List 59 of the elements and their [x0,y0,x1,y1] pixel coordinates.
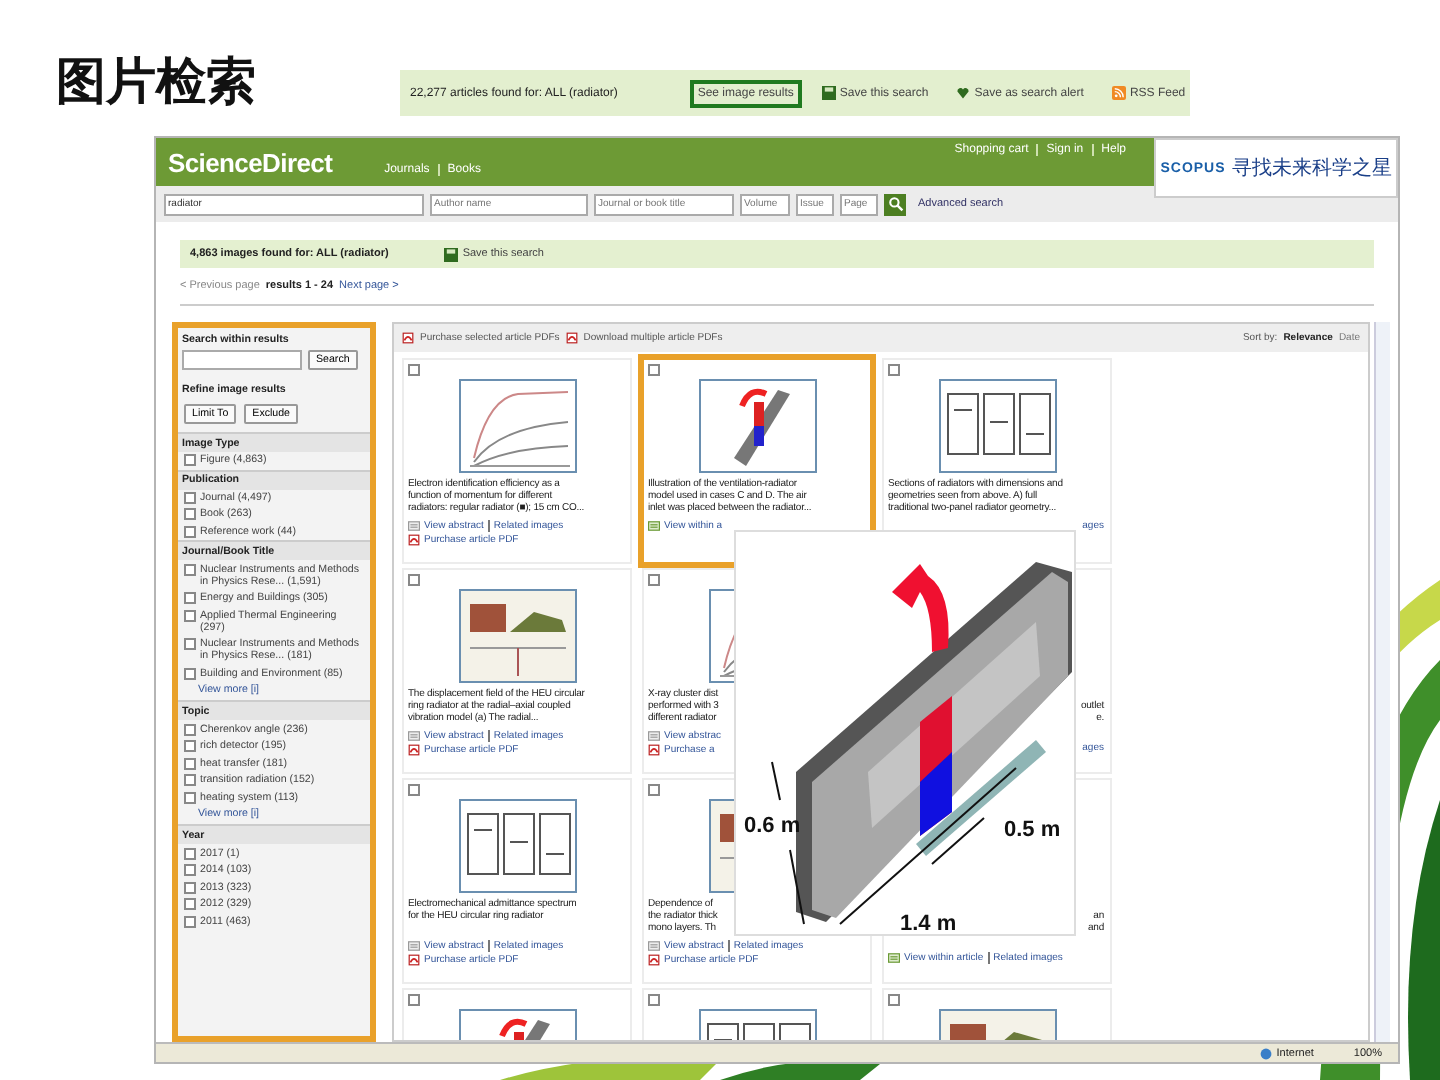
checkbox[interactable] [408,574,420,586]
document-icon [408,520,420,532]
checkbox[interactable] [184,563,196,576]
scrollbar[interactable] [1374,322,1390,1042]
checkbox[interactable] [184,740,196,753]
checkbox[interactable] [184,723,196,736]
pdf-icon [408,744,420,756]
search-button[interactable] [884,193,906,215]
checkbox[interactable] [184,668,196,681]
pdf-icon [648,744,660,756]
checkbox[interactable] [888,364,900,376]
document-icon [408,730,420,742]
figure-thumbnail[interactable] [937,378,1057,474]
checkbox[interactable] [184,508,196,521]
checkbox[interactable] [184,491,196,504]
checkbox[interactable] [184,454,196,467]
checkbox[interactable] [184,638,196,651]
checkbox[interactable] [184,847,196,860]
checkbox[interactable] [648,574,660,586]
checkbox[interactable] [408,364,420,376]
checkbox[interactable] [184,757,196,770]
checkbox[interactable] [648,994,660,1006]
pdf-icon [408,534,420,546]
search-icon [887,196,903,212]
figure-thumbnail[interactable] [457,378,577,474]
document-icon [408,940,420,952]
document-icon [648,520,660,532]
checkbox[interactable] [184,609,196,622]
checkbox[interactable] [184,774,196,787]
pdf-icon [648,954,660,966]
dimension-label: 1.4 m [900,912,957,934]
globe-icon [1260,1047,1273,1059]
figure-thumbnail[interactable] [457,798,577,894]
figure-thumbnail[interactable] [697,378,817,474]
checkbox[interactable] [184,792,196,805]
rss-icon [1111,86,1126,100]
checkbox[interactable] [184,915,196,928]
figure-thumbnail[interactable] [457,588,577,684]
checkbox[interactable] [184,881,196,894]
checkbox[interactable] [184,864,196,877]
pdf-icon [565,332,578,344]
dimension-label: 0.5 m [1004,818,1061,842]
checkbox[interactable] [184,526,196,539]
checkbox[interactable] [184,592,196,605]
pdf-icon [408,954,420,966]
search-field[interactable] [182,350,302,370]
banner-tagline: 寻找未来科学之星 [1231,155,1392,182]
document-icon [888,952,900,964]
checkbox[interactable] [648,784,660,796]
checkbox[interactable] [408,784,420,796]
pdf-icon [402,332,414,344]
heart-icon [956,86,971,100]
checkbox[interactable] [888,994,900,1006]
document-icon [648,940,660,952]
checkbox[interactable] [408,994,420,1006]
document-icon [648,730,660,742]
slide-title: 图片检索 [56,52,258,112]
checkbox[interactable] [648,364,660,376]
checkbox[interactable] [184,898,196,911]
